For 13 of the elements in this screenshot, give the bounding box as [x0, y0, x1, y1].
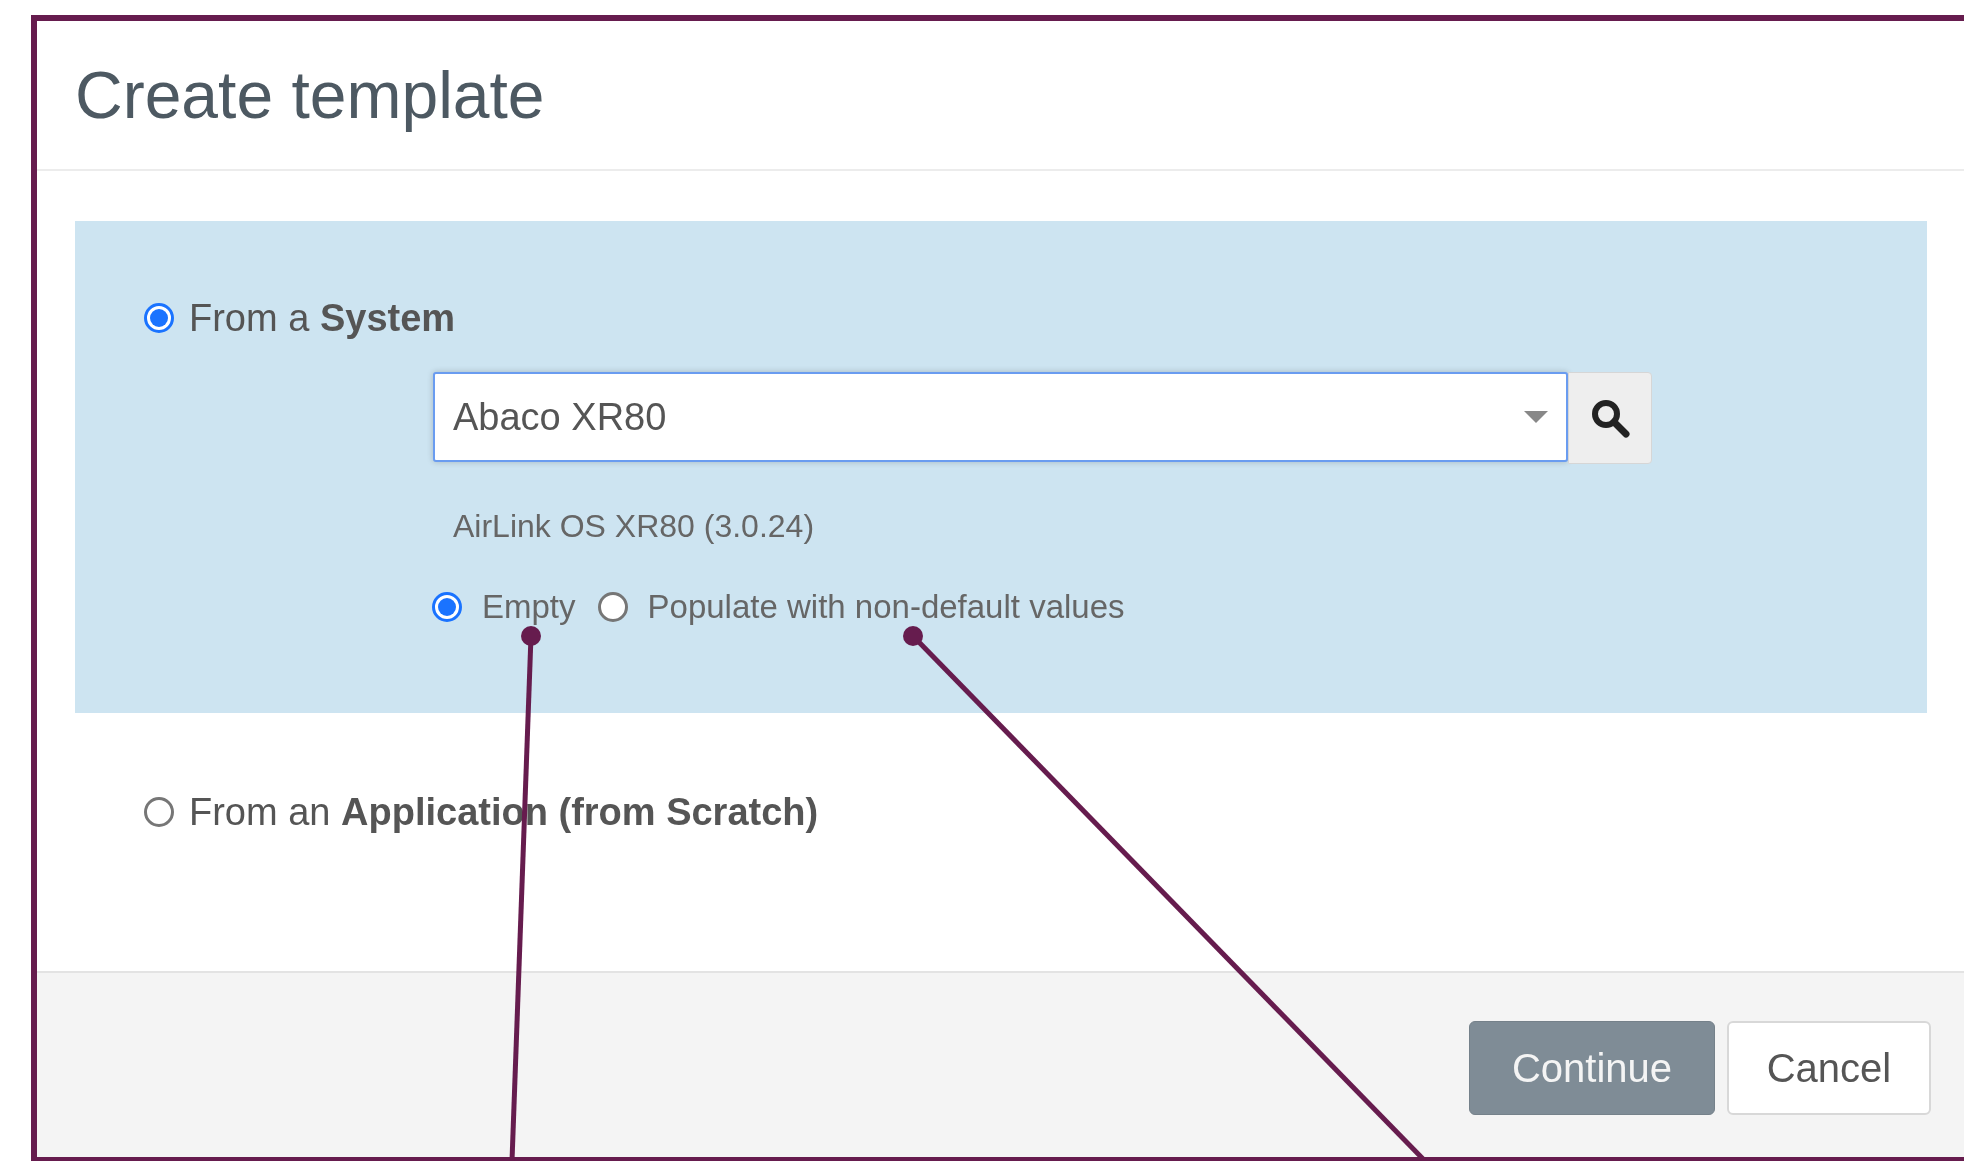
search-icon — [1590, 398, 1630, 438]
radio-label[interactable]: Populate with non-default values — [647, 590, 1125, 623]
system-description: AirLink OS XR80 (3.0.24) — [453, 510, 816, 542]
radio-label[interactable]: From a System — [189, 299, 456, 337]
radio-button[interactable] — [144, 797, 174, 827]
radio-label[interactable]: Empty — [482, 590, 576, 623]
cancel-button[interactable]: Cancel — [1727, 1021, 1931, 1115]
system-dropdown[interactable]: Abaco XR80 — [433, 372, 1568, 462]
radio-button[interactable] — [144, 303, 174, 333]
search-button[interactable] — [1568, 372, 1652, 464]
radio-button[interactable] — [432, 591, 462, 622]
caret-icon — [1524, 411, 1548, 423]
radio-button[interactable] — [597, 591, 628, 622]
